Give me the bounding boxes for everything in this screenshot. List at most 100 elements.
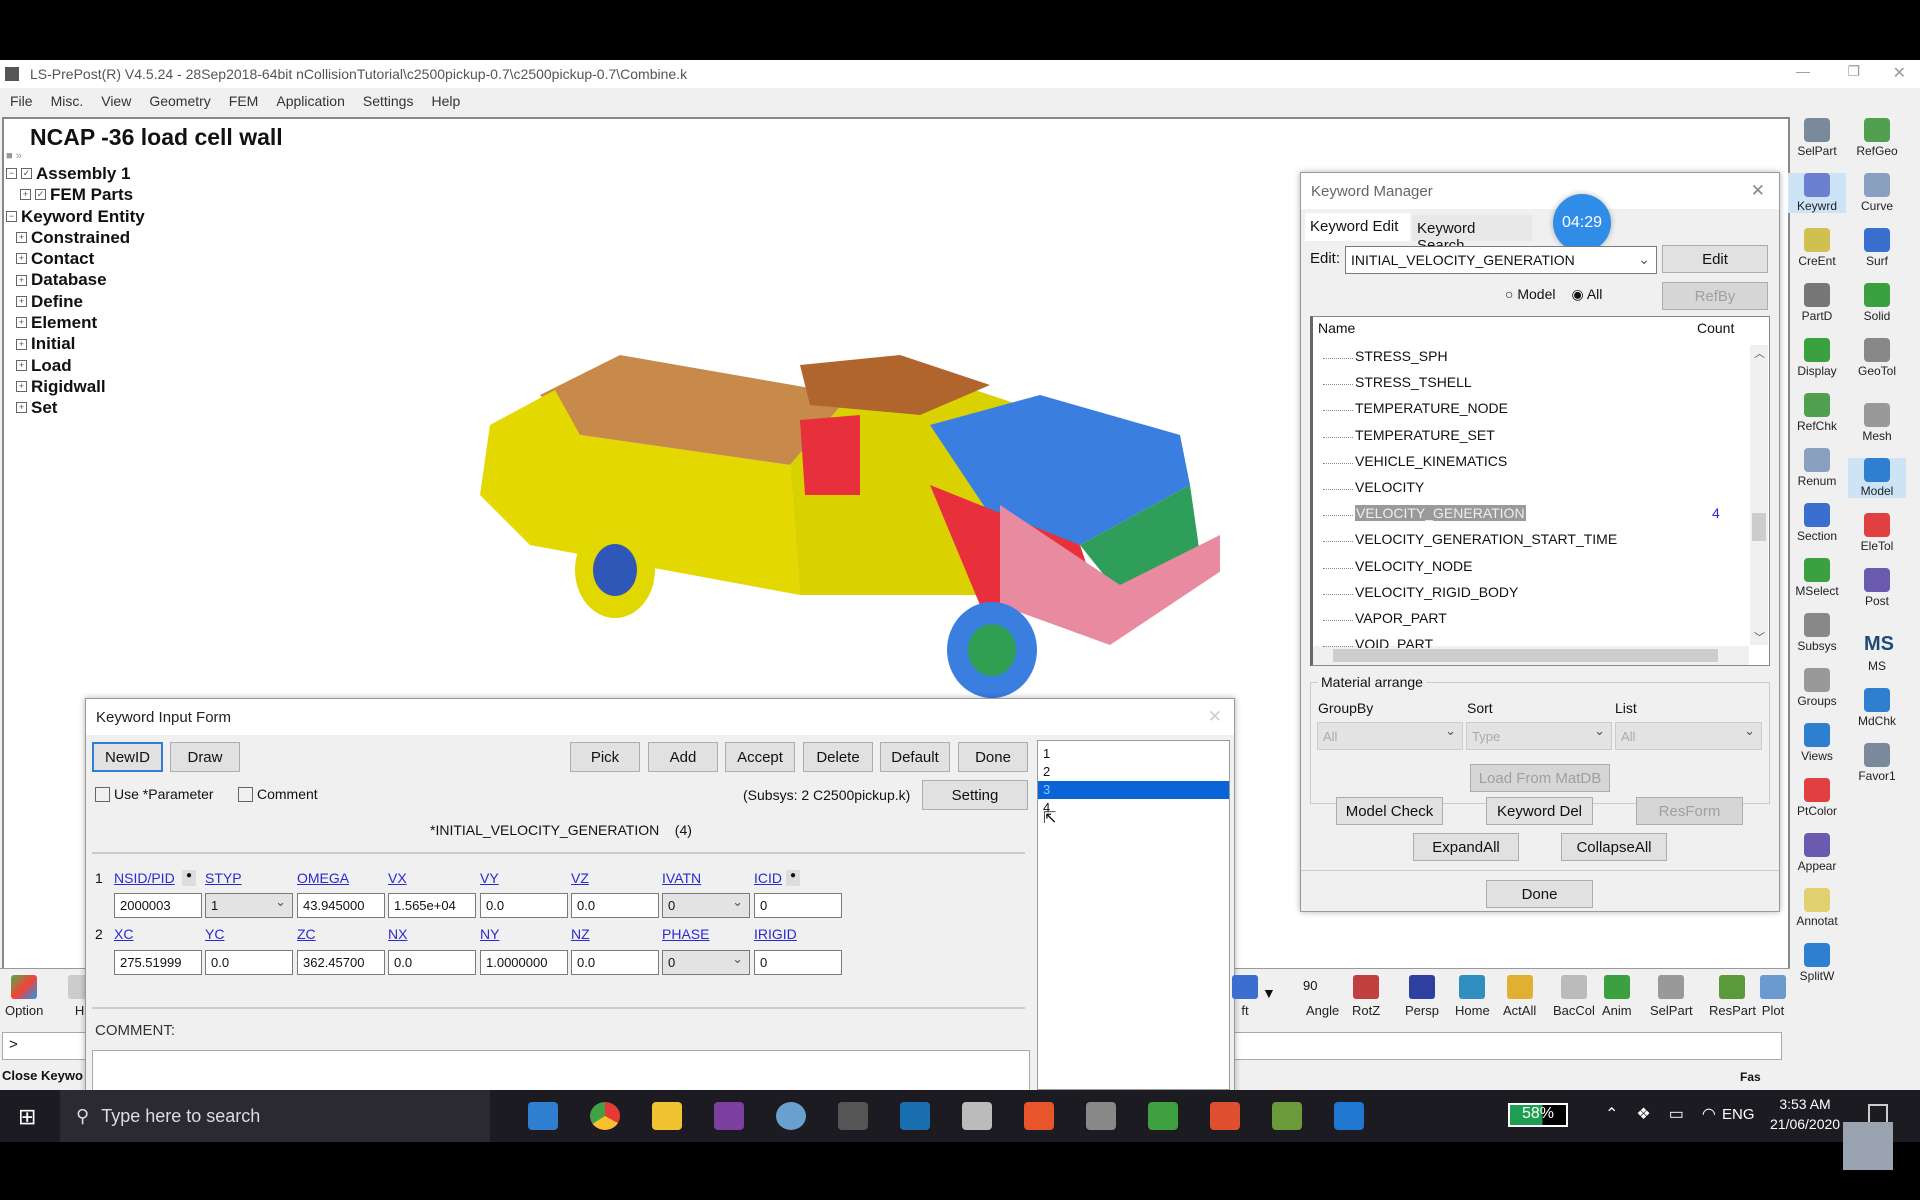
toolbar-views[interactable]: Views [1788,723,1846,763]
tree-item[interactable]: + Define [6,291,145,312]
lsprepost-icon[interactable] [838,1102,868,1130]
collapse-all-button[interactable]: CollapseAll [1561,833,1667,861]
field-input-phase[interactable]: 0 [662,950,750,975]
field-label-vz[interactable]: VZ [571,870,589,886]
field-input-xc[interactable]: 275.51999 [114,950,202,975]
chrome-icon[interactable] [590,1102,620,1130]
calculator-icon[interactable] [1086,1102,1116,1130]
checkbox-icon[interactable]: ✓ [21,168,32,180]
resform-button[interactable]: ResForm [1636,797,1743,825]
field-label-yc[interactable]: YC [205,926,224,942]
restore-icon[interactable]: ❐ [1847,63,1860,80]
wifi-icon[interactable]: ◠ [1702,1104,1716,1124]
field-input-ny[interactable]: 1.0000000 [480,950,568,975]
toolbar-appear[interactable]: Appear [1788,833,1846,873]
field-input-nz[interactable]: 0.0 [571,950,659,975]
field-label-ny[interactable]: NY [480,926,499,942]
tree-item[interactable]: + Contact [6,248,145,269]
field-input-icid[interactable]: 0 [754,893,842,918]
tree-toggle-icon[interactable]: ■ » [6,150,22,162]
toolbar-surf[interactable]: Surf [1848,228,1906,268]
toolbar-annotat[interactable]: Annotat [1788,888,1846,928]
file-explorer-icon[interactable] [652,1102,682,1130]
field-label-omega[interactable]: OMEGA [297,870,349,886]
pick-dot-icon[interactable]: ● [786,870,800,886]
tree-item[interactable]: + Initial [6,333,145,354]
app-icon[interactable] [962,1102,992,1130]
clock[interactable]: 3:53 AM 21/06/2020 [1770,1094,1840,1134]
toolbar-post[interactable]: Post [1848,568,1906,608]
toolbar-refchk[interactable]: RefChk [1788,393,1846,433]
field-input-vx[interactable]: 1.565e+04 [388,893,476,918]
toolbar-renum[interactable]: Renum [1788,448,1846,488]
battery-icon[interactable]: ▭ [1669,1104,1684,1124]
field-label-zc[interactable]: ZC [297,926,316,942]
accept-button[interactable]: Accept [725,742,795,772]
app-icon[interactable] [900,1102,930,1130]
load-from-matdb-button[interactable]: Load From MatDB [1470,764,1610,792]
toolbar-favor1[interactable]: Favor1 [1848,743,1906,783]
app-icon[interactable] [1334,1102,1364,1130]
comment-checkbox[interactable]: Comment [238,786,318,802]
app-icon[interactable] [1272,1102,1302,1130]
option-button[interactable]: Option [5,975,43,1018]
toolbar-anim[interactable]: Anim [1602,975,1632,1018]
keyword-row[interactable]: STRESS_TSHELL [1355,374,1472,390]
close-icon[interactable]: ✕ [1751,181,1765,201]
scrollbar-thumb[interactable] [1752,513,1766,541]
toolbar-mesh[interactable]: Mesh [1848,403,1906,443]
toolbar-selpart[interactable]: SelPart [1788,118,1846,158]
show-hidden-icons-icon[interactable]: ⌃ [1605,1104,1618,1124]
radio-all[interactable]: ◉ All [1572,286,1603,303]
add-button[interactable]: Add [648,742,718,772]
tab-keyword-edit[interactable]: Keyword Edit [1305,213,1410,241]
toolbar-eletol[interactable]: EleTol [1848,513,1906,553]
field-label-nx[interactable]: NX [388,926,407,942]
app-icon[interactable] [714,1102,744,1130]
toolbar-geotol[interactable]: GeoTol [1848,338,1906,378]
app-icon[interactable] [1024,1102,1054,1130]
menu-fem[interactable]: FEM [229,93,259,109]
groupby-select[interactable]: All [1317,722,1463,750]
toolbar-mdchk[interactable]: MdChk [1848,688,1906,728]
keyword-row[interactable]: VELOCITY_GENERATION_START_TIME [1355,531,1617,547]
field-label-phase[interactable]: PHASE [662,926,709,942]
toolbar-splitw[interactable]: SplitW [1788,943,1846,983]
taskbar-search[interactable]: ⚲ Type here to search [60,1090,490,1142]
toolbar-ptcolor[interactable]: PtColor [1788,778,1846,818]
tree-item[interactable]: + Load [6,355,145,376]
default-button[interactable]: Default [880,742,950,772]
pick-button[interactable]: Pick [570,742,640,772]
setting-button[interactable]: Setting [922,780,1028,810]
list-select[interactable]: All [1615,722,1762,750]
tree-item[interactable]: + Element [6,312,145,333]
dropbox-icon[interactable]: ❖ [1636,1104,1650,1124]
toolbar-mselect[interactable]: MSelect [1788,558,1846,598]
field-input-omega[interactable]: 43.945000 [297,893,385,918]
tree-item[interactable]: + Constrained [6,227,145,248]
minimize-icon[interactable]: — [1796,63,1810,79]
tree-item[interactable]: + Set [6,397,145,418]
field-input-vy[interactable]: 0.0 [480,893,568,918]
checkbox-icon[interactable]: ✓ [35,189,46,201]
field-input-nsid-pid[interactable]: 2000003 [114,893,202,918]
field-input-ivatn[interactable]: 0 [662,893,750,918]
keyword-row[interactable]: VELOCITY_RIGID_BODY [1355,584,1518,600]
keyword-row[interactable]: VOID_PART [1355,636,1433,648]
toolbar-respart[interactable]: ResPart [1709,975,1756,1018]
done-button[interactable]: Done [1486,880,1593,908]
windows-start-icon[interactable]: ⊞ [18,1104,36,1130]
field-label-styp[interactable]: STYP [205,870,242,886]
delete-button[interactable]: Delete [803,742,873,772]
field-input-yc[interactable]: 0.0 [205,950,293,975]
toolbar-partd[interactable]: PartD [1788,283,1846,323]
field-input-irigid[interactable]: 0 [754,950,842,975]
toolbar-solid[interactable]: Solid [1848,283,1906,323]
newid-button[interactable]: NewID [92,742,163,772]
scroll-up-icon[interactable]: ︿ [1754,345,1765,361]
list-item[interactable]: 4 [1038,799,1229,817]
toolbar-curve[interactable]: Curve [1848,173,1906,213]
dropdown-triangle-icon[interactable]: ▼ [1262,985,1276,1001]
id-list[interactable]: 1 2 3 4 [1037,740,1230,1090]
menu-view[interactable]: View [101,93,131,109]
